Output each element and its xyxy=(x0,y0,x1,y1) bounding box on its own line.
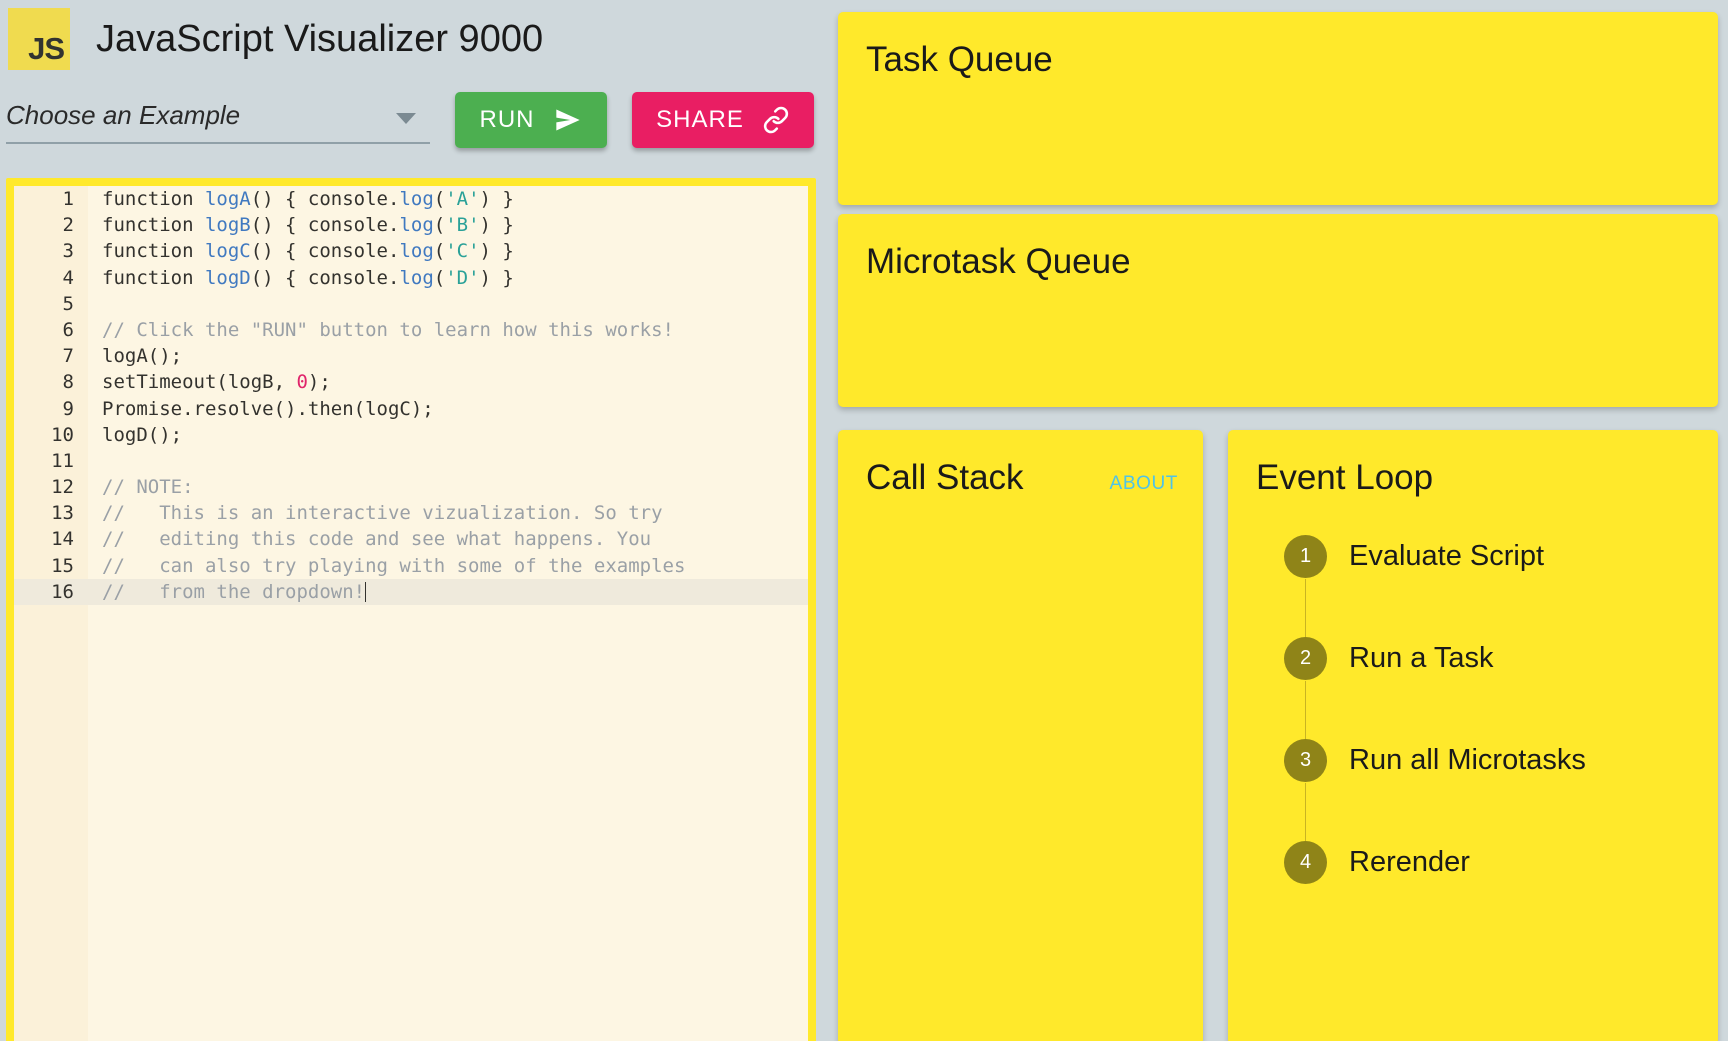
step-number-badge: 3 xyxy=(1284,739,1327,782)
run-button-label: RUN xyxy=(480,106,535,134)
code-line-text: function logB() { console.log('B') } xyxy=(102,212,514,238)
step-connector xyxy=(1305,783,1306,841)
code-line[interactable]: 5 xyxy=(14,291,808,317)
line-number: 4 xyxy=(14,265,74,291)
code-line[interactable]: 16 // from the dropdown! xyxy=(14,579,808,605)
code-line[interactable]: 15 // can also try playing with some of t… xyxy=(14,553,808,579)
app-root: JS JavaScript Visualizer 9000 Choose an … xyxy=(0,0,1728,1041)
event-loop-steps: 1 Evaluate Script 2 Run a Task 3 Run all Micr… xyxy=(1284,535,1704,885)
chevron-down-icon xyxy=(396,113,416,124)
code-line-text: logA(); xyxy=(102,343,182,369)
line-number: 8 xyxy=(14,369,74,395)
example-select-label: Choose an Example xyxy=(6,100,240,131)
microtask-queue-title: Microtask Queue xyxy=(866,242,1131,282)
share-button-label: SHARE xyxy=(656,106,744,134)
line-number: 13 xyxy=(14,500,74,526)
example-select[interactable]: Choose an Example xyxy=(6,96,430,144)
code-lines[interactable]: 1 function logA() { console.log('A') } 2 fu… xyxy=(14,186,808,605)
event-loop-step: 2 Run a Task xyxy=(1284,637,1704,739)
line-number: 9 xyxy=(14,396,74,422)
code-editor[interactable]: 1 function logA() { console.log('A') } 2 fu… xyxy=(14,186,808,1041)
code-line[interactable]: 8 setTimeout(logB, 0); xyxy=(14,369,808,395)
event-loop-step: 3 Run all Microtasks xyxy=(1284,739,1704,841)
js-logo-text: JS xyxy=(28,33,64,64)
code-line[interactable]: 7 logA(); xyxy=(14,343,808,369)
share-button[interactable]: SHARE xyxy=(632,92,814,148)
code-line-text: Promise.resolve().then(logC); xyxy=(102,396,434,422)
brand: JS JavaScript Visualizer 9000 xyxy=(8,8,543,70)
step-number-badge: 2 xyxy=(1284,637,1327,680)
event-loop-title: Event Loop xyxy=(1256,458,1433,498)
line-number: 6 xyxy=(14,317,74,343)
send-arrow-icon xyxy=(553,106,583,134)
task-queue-panel: Task Queue xyxy=(838,12,1718,205)
code-line-text: // NOTE: xyxy=(102,474,194,500)
step-label: Run a Task xyxy=(1349,637,1494,680)
code-line-text: setTimeout(logB, 0); xyxy=(102,369,331,395)
line-number: 1 xyxy=(14,186,74,212)
code-editor-frame: 1 function logA() { console.log('A') } 2 fu… xyxy=(6,178,816,1041)
step-label: Run all Microtasks xyxy=(1349,739,1586,782)
right-column: Task Queue Microtask Queue Call Stack AB… xyxy=(828,0,1728,1041)
code-line[interactable]: 6 // Click the "RUN" button to learn how … xyxy=(14,317,808,343)
code-line-text: // Click the "RUN" button to learn how t… xyxy=(102,317,674,343)
code-line-text: function logA() { console.log('A') } xyxy=(102,186,514,212)
code-line-text: // from the dropdown! xyxy=(102,579,366,605)
code-line-text: // can also try playing with some of the… xyxy=(102,553,685,579)
line-number: 16 xyxy=(14,579,74,605)
step-connector xyxy=(1305,579,1306,637)
event-loop-step: 1 Evaluate Script xyxy=(1284,535,1704,637)
microtask-queue-panel: Microtask Queue xyxy=(838,214,1718,407)
code-line[interactable]: 11 xyxy=(14,448,808,474)
line-number: 12 xyxy=(14,474,74,500)
js-logo-icon: JS xyxy=(8,8,70,70)
line-number: 15 xyxy=(14,553,74,579)
line-number: 2 xyxy=(14,212,74,238)
code-line[interactable]: 3 function logC() { console.log('C') } xyxy=(14,238,808,264)
event-loop-step: 4 Rerender xyxy=(1284,841,1704,885)
code-line-text: // editing this code and see what happen… xyxy=(102,526,651,552)
call-stack-title: Call Stack xyxy=(866,458,1024,498)
code-line-text: function logC() { console.log('C') } xyxy=(102,238,514,264)
line-number: 10 xyxy=(14,422,74,448)
page-title: JavaScript Visualizer 9000 xyxy=(96,8,543,70)
task-queue-title: Task Queue xyxy=(866,40,1053,80)
line-number: 11 xyxy=(14,448,74,474)
run-button[interactable]: RUN xyxy=(455,92,607,148)
line-number: 14 xyxy=(14,526,74,552)
code-line[interactable]: 9 Promise.resolve().then(logC); xyxy=(14,396,808,422)
about-link[interactable]: ABOUT xyxy=(1110,473,1178,495)
code-line-text: logD(); xyxy=(102,422,182,448)
code-line[interactable]: 2 function logB() { console.log('B') } xyxy=(14,212,808,238)
code-line[interactable]: 14 // editing this code and see what happ… xyxy=(14,526,808,552)
code-line[interactable]: 1 function logA() { console.log('A') } xyxy=(14,186,808,212)
text-cursor xyxy=(365,582,366,602)
call-stack-panel: Call Stack ABOUT xyxy=(838,430,1203,1041)
step-label: Evaluate Script xyxy=(1349,535,1544,578)
header-bar: JS JavaScript Visualizer 9000 Choose an … xyxy=(0,0,828,170)
code-line-text: function logD() { console.log('D') } xyxy=(102,265,514,291)
step-label: Rerender xyxy=(1349,841,1470,884)
code-line[interactable]: 4 function logD() { console.log('D') } xyxy=(14,265,808,291)
step-number-badge: 4 xyxy=(1284,841,1327,884)
left-column: JS JavaScript Visualizer 9000 Choose an … xyxy=(0,0,828,1041)
code-line[interactable]: 10 logD(); xyxy=(14,422,808,448)
code-line[interactable]: 12 // NOTE: xyxy=(14,474,808,500)
event-loop-panel: Event Loop 1Evaluate Script2Run a Task3R… xyxy=(1228,430,1718,1041)
code-line[interactable]: 13 // This is an interactive vizualizatio… xyxy=(14,500,808,526)
code-line-text: // This is an interactive vizualization.… xyxy=(102,500,663,526)
step-number-badge: 1 xyxy=(1284,535,1327,578)
call-stack-header: Call Stack ABOUT xyxy=(866,458,1178,498)
link-chain-icon xyxy=(762,106,790,134)
line-number: 7 xyxy=(14,343,74,369)
line-number: 3 xyxy=(14,238,74,264)
step-connector xyxy=(1305,681,1306,739)
line-number: 5 xyxy=(14,291,74,317)
